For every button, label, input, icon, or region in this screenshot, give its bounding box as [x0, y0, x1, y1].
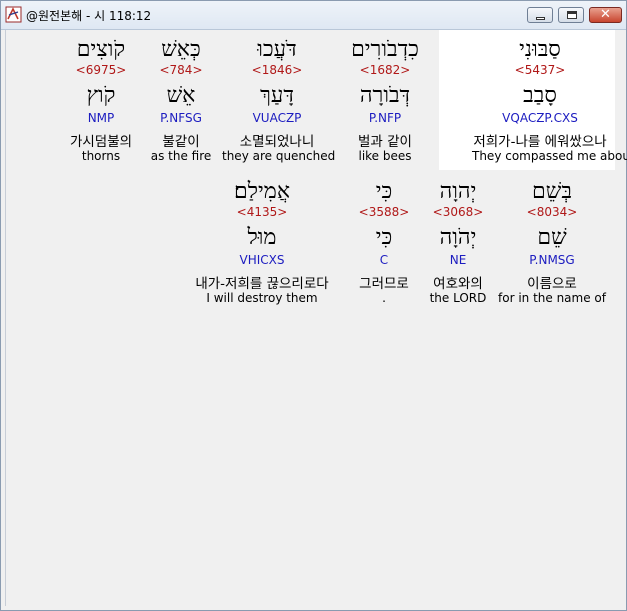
korean-gloss: 불같이	[162, 134, 200, 150]
korean-gloss: 벌과 같이	[358, 134, 412, 150]
english-gloss: thorns	[81, 149, 121, 163]
title-bar[interactable]: @원전본해 - 시 118:12 ✕	[1, 1, 626, 30]
morphology-code[interactable]: P.NFSG	[143, 111, 219, 125]
hebrew-word: יְהוָה	[439, 179, 477, 204]
morphology-code[interactable]: NMP	[58, 111, 144, 125]
hebrew-word: אֲמִילַם׃	[233, 179, 291, 204]
strong-number[interactable]: <3588>	[349, 205, 419, 219]
hebrew-root: כִּי	[375, 225, 393, 250]
morphology-code[interactable]: NE	[420, 253, 496, 267]
maximize-icon	[567, 11, 577, 19]
english-gloss: they are quenched	[222, 149, 336, 163]
korean-gloss: 저희가-나를 에워쌌으나	[473, 134, 607, 150]
korean-gloss: 이름으로	[527, 276, 577, 292]
hebrew-root: יְהֹוָה	[439, 225, 477, 250]
app-logo-icon	[5, 6, 22, 23]
morphology-code[interactable]: VQACZP.CXS	[472, 111, 608, 125]
korean-gloss: 내가-저희를 끊으리로다	[195, 276, 329, 292]
close-button[interactable]: ✕	[589, 7, 622, 23]
korean-gloss: 그러므로	[359, 276, 409, 292]
strong-number[interactable]: <5437>	[472, 63, 608, 77]
hebrew-root: מוּל	[247, 225, 277, 250]
english-gloss: .	[382, 291, 386, 305]
morphology-code[interactable]: P.NMSG	[496, 253, 608, 267]
hebrew-root: סָבַב	[523, 83, 557, 108]
hebrew-root: קֹוץ	[86, 83, 116, 108]
strong-number[interactable]: <3068>	[420, 205, 496, 219]
morphology-code[interactable]: C	[349, 253, 419, 267]
maximize-button[interactable]	[558, 7, 584, 23]
hebrew-root: דָּעַךְ	[260, 83, 294, 108]
hebrew-root: דְּבֹורָה	[359, 83, 411, 108]
korean-gloss: 소멸되었나니	[239, 134, 315, 150]
strong-number[interactable]: <784>	[143, 63, 219, 77]
app-window: @원전본해 - 시 118:12 ✕ סַבּוּנִי <5437> סָבַ…	[0, 0, 627, 611]
hebrew-word: כִדְבֹורִים	[351, 37, 419, 62]
hebrew-root: שֵׁם	[537, 225, 567, 250]
strong-number[interactable]: <8034>	[496, 205, 608, 219]
minimize-icon	[536, 17, 545, 20]
hebrew-word: סַבּוּנִי	[519, 37, 561, 62]
hebrew-word: דֹּעֲכוּ	[257, 37, 297, 62]
strong-number[interactable]: <4135>	[176, 205, 348, 219]
english-gloss: I will destroy them	[206, 291, 318, 305]
interlinear-panel: סַבּוּנִי <5437> סָבַב VQACZP.CXS 저희가-나를…	[5, 30, 627, 606]
morphology-code[interactable]: VUACZP	[222, 111, 332, 125]
window-title: @원전본해 - 시 118:12	[26, 9, 152, 23]
strong-number[interactable]: <6975>	[58, 63, 144, 77]
korean-gloss: 가시덤불의	[69, 134, 133, 150]
english-gloss: the LORD	[429, 291, 487, 305]
english-gloss: like bees	[358, 149, 412, 163]
hebrew-word: קֹוצִים	[76, 37, 126, 62]
english-gloss: as the fire	[150, 149, 212, 163]
morphology-code[interactable]: VHICXS	[176, 253, 348, 267]
hebrew-word: כִּי	[375, 179, 393, 204]
minimize-button[interactable]	[527, 7, 553, 23]
strong-number[interactable]: <1682>	[330, 63, 440, 77]
english-gloss: for in the name of	[498, 291, 606, 305]
korean-gloss: 여호와의	[433, 276, 483, 292]
morphology-code[interactable]: P.NFP	[330, 111, 440, 125]
hebrew-word: בְּשֵׁם	[532, 179, 572, 204]
close-icon: ✕	[600, 7, 611, 22]
hebrew-root: אֵשׁ	[166, 83, 196, 108]
strong-number[interactable]: <1846>	[222, 63, 332, 77]
hebrew-word: כְּאֵשׁ	[161, 37, 201, 62]
english-gloss: They compassed me about	[472, 149, 627, 163]
